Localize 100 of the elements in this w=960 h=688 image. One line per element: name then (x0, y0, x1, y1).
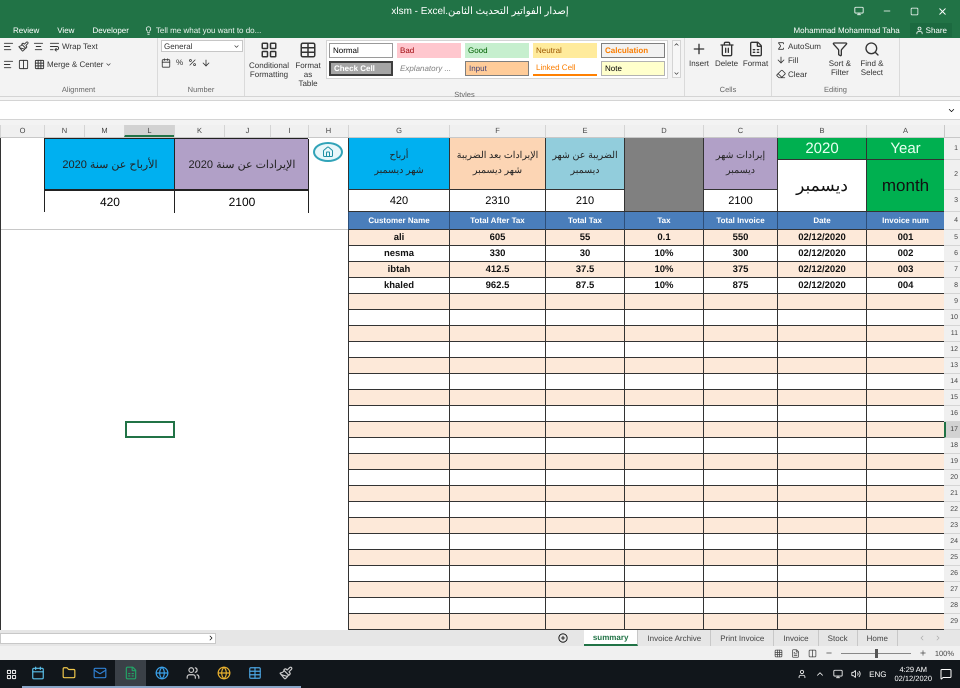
month-cell: ديسمبر (777, 160, 866, 212)
yearly-value-cell: 420 (45, 191, 176, 213)
table-cell: ali (348, 230, 449, 246)
table-cell: 30 (545, 246, 624, 262)
table-cell: 412.5 (449, 262, 545, 278)
table-header-cell: Total Tax (545, 212, 624, 230)
table-cell: 02/12/2020 (777, 278, 866, 294)
cell-style-swatch[interactable]: Input (465, 61, 529, 76)
table-cell: 001 (866, 230, 944, 246)
align-icon[interactable] (3, 41, 14, 52)
cell-style-swatch[interactable]: Bad (397, 43, 461, 58)
table-cell: 02/12/2020 (777, 262, 866, 278)
sheet-tab[interactable]: summary (584, 630, 638, 646)
summary-value-cell: 2100 (703, 190, 777, 212)
share-button[interactable]: Share (910, 23, 952, 37)
tell-me-field[interactable]: Tell me what you want to do... (156, 26, 266, 34)
normal-view-icon[interactable] (774, 648, 783, 658)
zoom-in-icon[interactable] (918, 649, 927, 657)
autosum-button[interactable]: AutoSum (775, 40, 822, 52)
conditional-formatting-button[interactable]: Conditional Formatting (248, 40, 290, 80)
scroll-up-icon[interactable] (673, 41, 680, 48)
home-button[interactable] (313, 142, 344, 162)
summary-heading-cell: الإيرادات بعد الضريبة شهر ديسمبر (449, 138, 545, 190)
yearly-heading-cell: الإيرادات عن سنة 2020 (175, 139, 310, 191)
ribbon-display-icon[interactable] (854, 6, 864, 16)
fill-button[interactable]: Fill (775, 54, 822, 66)
table-cell: 37.5 (545, 262, 624, 278)
table-cell: 330 (449, 246, 545, 262)
month-label-cell: month (866, 160, 944, 212)
align-icon[interactable] (3, 59, 14, 70)
table-cell: 0.1 (624, 230, 703, 246)
format-as-table-button[interactable]: Format as Table (294, 40, 322, 90)
table-header-cell: Date (777, 212, 866, 230)
table-cell: 87.5 (545, 278, 624, 294)
ribbon-tab[interactable]: Review (6, 24, 46, 36)
table-cell: 300 (703, 246, 777, 262)
table-cell: 10% (624, 262, 703, 278)
summary-value-cell: 420 (348, 190, 449, 212)
app-icon[interactable] (248, 666, 262, 680)
table-cell: 550 (703, 230, 777, 246)
insert-rows-icon (691, 41, 707, 57)
yearly-heading-cell: الأرباح عن سنة 2020 (45, 139, 176, 191)
wrap-text-button[interactable]: Wrap Text (48, 40, 99, 53)
cells-button[interactable]: Format (743, 40, 768, 70)
table-cell: 10% (624, 278, 703, 294)
horizontal-scrollbar[interactable] (0, 632, 216, 644)
user-name: Mohammad Mohammad Taha (794, 26, 900, 34)
table-header-cell: Tax (624, 212, 703, 230)
merge-center-button[interactable]: Merge & Center (33, 58, 114, 71)
arrow-down-icon (776, 55, 786, 65)
table-cell: 02/12/2020 (777, 230, 866, 246)
cell-style-swatch[interactable]: Note (601, 61, 665, 76)
language-indicator[interactable]: ENG (869, 670, 886, 678)
cells-button[interactable]: Delete (714, 40, 740, 70)
table-cell: 875 (703, 278, 777, 294)
scroll-right-icon[interactable] (207, 634, 215, 642)
network-icon[interactable] (833, 669, 844, 679)
number-format-dropdown[interactable]: General (161, 40, 243, 52)
browser-icon[interactable] (216, 666, 230, 680)
eraser-icon (776, 69, 786, 79)
summary-heading-cell: أرباح شهر ديسمبر (348, 138, 449, 190)
add-sheet-icon[interactable] (558, 633, 568, 643)
find-select-button[interactable]: Find & Select (858, 40, 886, 78)
clear-button[interactable]: Clear (775, 68, 822, 80)
maximize-icon[interactable] (910, 6, 919, 16)
yearly-value-cell: 2100 (175, 191, 310, 213)
volume-icon[interactable] (851, 669, 862, 679)
spreadsheet-icon (748, 41, 764, 57)
people-icon[interactable] (797, 669, 808, 679)
caret-icon (233, 42, 240, 50)
person-icon (914, 26, 924, 34)
close-icon[interactable] (937, 6, 948, 16)
ribbon-tab[interactable]: View (50, 24, 82, 36)
browser-icon[interactable] (154, 666, 168, 680)
table-header-cell: Total After Tax (449, 212, 545, 230)
summary-heading-cell: الضريبة عن شهر ديسمبر (545, 138, 624, 190)
window-title: إصدار الفواتير التحديث الثامن.xlsm - Excel (391, 6, 569, 16)
cell-style-swatch[interactable]: Neutral (533, 43, 597, 58)
summary-value-cell: 210 (545, 190, 624, 212)
app-icon[interactable] (30, 666, 44, 680)
sigma-icon (776, 41, 786, 51)
scroll-down-icon[interactable] (673, 70, 680, 77)
cell-style-swatch[interactable]: Normal (329, 43, 393, 58)
page-layout-icon[interactable] (790, 648, 800, 658)
app-icon[interactable] (186, 666, 200, 680)
mail-icon[interactable] (92, 666, 106, 680)
year-label-cell: Year (866, 138, 944, 160)
selected-cell-outline (125, 421, 175, 438)
spreadsheet-icon[interactable] (124, 666, 138, 680)
app-icon[interactable] (278, 666, 292, 680)
task-view-icon[interactable] (6, 668, 16, 680)
ribbon-tab[interactable]: Developer (85, 24, 136, 36)
notification-icon[interactable] (940, 668, 952, 680)
percent-button[interactable]: % (175, 57, 184, 68)
cell-style-swatch[interactable]: Good (465, 43, 529, 58)
filter-icon (832, 41, 848, 57)
sort-filter-button[interactable]: Sort & Filter (826, 40, 854, 78)
folder-icon[interactable] (62, 666, 76, 680)
table-header-cell: Total Invoice (703, 212, 777, 230)
cells-button[interactable]: Insert (688, 40, 710, 70)
